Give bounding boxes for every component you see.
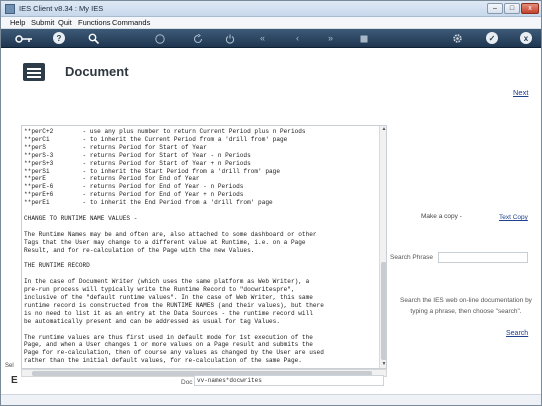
make-copy-label: Make a copy - xyxy=(421,213,462,220)
app-window: IES Client v8.34 : My IES – □ x Help Sub… xyxy=(0,0,542,406)
search-phrase-input[interactable] xyxy=(438,252,528,263)
window-title: IES Client v8.34 : My IES xyxy=(19,4,104,13)
maximize-button[interactable]: □ xyxy=(504,3,520,14)
status-bar xyxy=(1,394,541,405)
check-icon[interactable]: ✓ xyxy=(486,32,498,44)
document-line: **perE - returns Period for End of Year xyxy=(24,175,200,183)
close-window-button[interactable]: x xyxy=(521,3,539,14)
document-line: The runtime values are thus first used i… xyxy=(24,333,313,341)
previous-icon[interactable]: ‹ xyxy=(291,32,304,45)
left-sel-label: Sel xyxy=(5,363,14,369)
minimize-button[interactable]: – xyxy=(487,3,503,14)
menu-bar: Help Submit Quit Functions Commands xyxy=(1,17,541,29)
menu-commands[interactable]: Commands xyxy=(112,18,150,27)
document-line: THE RUNTIME RECORD xyxy=(24,262,90,270)
document-line: Result, and for re-calculation of the Pa… xyxy=(24,246,255,254)
left-strip xyxy=(1,94,21,394)
text-copy-link[interactable]: Text Copy xyxy=(499,214,528,221)
document-content-pane[interactable]: **perC+2 - use any plus number to return… xyxy=(21,125,387,369)
left-e-label: E xyxy=(11,375,18,386)
help-icon[interactable]: ? xyxy=(53,32,65,44)
toolbar: ? « ‹ » ✓ x xyxy=(1,29,541,48)
menu-quit[interactable]: Quit xyxy=(58,18,72,27)
key-icon[interactable] xyxy=(15,32,33,45)
vertical-scrollbar[interactable]: ▲ ▼ xyxy=(379,126,386,368)
vertical-scroll-thumb[interactable] xyxy=(381,262,386,360)
stop-icon[interactable] xyxy=(357,32,370,45)
next-link[interactable]: Next xyxy=(513,88,528,97)
next-icon[interactable]: » xyxy=(324,32,337,45)
document-line: **perE-6 - returns Period for End of Yea… xyxy=(24,183,244,191)
app-icon xyxy=(5,4,15,14)
menu-functions[interactable]: Functions xyxy=(78,18,111,27)
document-line: **perEi - to inherit the End Period from… xyxy=(24,199,273,207)
document-text: **perC+2 - use any plus number to return… xyxy=(24,128,376,365)
page-header: Document xyxy=(1,48,541,94)
power-icon[interactable] xyxy=(223,32,236,45)
document-line: Tags that the User may change to a diffe… xyxy=(24,238,306,246)
title-bar: IES Client v8.34 : My IES – □ x xyxy=(1,1,541,17)
close-icon[interactable]: x xyxy=(520,32,532,44)
document-line: CHANGE TO RUNTIME NAME VALUES - xyxy=(24,214,138,222)
document-line: is no need to list it as an entry at the… xyxy=(24,309,313,317)
document-line: **perSi - to inherit the Start Period fr… xyxy=(24,167,280,175)
info-icon[interactable] xyxy=(153,32,166,45)
document-line: In the case of Document Writer (which us… xyxy=(24,278,310,286)
document-line: pre-run process will typically write the… xyxy=(24,286,295,294)
rewind-icon[interactable]: « xyxy=(256,32,269,45)
document-line: Page, and when a User changes 1 or more … xyxy=(24,341,313,349)
scroll-down-icon[interactable]: ▼ xyxy=(380,361,386,368)
document-line: **perS - returns Period for Start of Yea… xyxy=(24,143,207,151)
search-phrase-label: Search Phrase xyxy=(390,254,433,261)
page-title: Document xyxy=(65,64,129,79)
document-icon xyxy=(23,63,45,81)
search-help-text: Search the IES web on-line documentation… xyxy=(400,297,532,315)
document-line: inclusive of the "default runtime values… xyxy=(24,294,313,302)
refresh-icon[interactable] xyxy=(191,32,204,45)
menu-submit[interactable]: Submit xyxy=(31,18,54,27)
doc-key-field[interactable]: vv-names*docwrites xyxy=(194,375,384,386)
search-icon[interactable] xyxy=(87,32,100,45)
search-link[interactable]: Search xyxy=(506,330,528,337)
document-line: **perE+6 - returns Period for End of Yea… xyxy=(24,191,244,199)
document-line: **perS+3 - returns Period for Start of Y… xyxy=(24,159,251,167)
scroll-up-icon[interactable]: ▲ xyxy=(380,126,386,133)
menu-help[interactable]: Help xyxy=(10,18,25,27)
document-line: Page for re-calculation, then of course … xyxy=(24,349,324,357)
document-line: **perC+2 - use any plus number to return… xyxy=(24,128,306,135)
document-line: be automatically present and can be addr… xyxy=(24,317,280,325)
document-line: rather than the initial default values, … xyxy=(24,357,302,365)
gear-icon[interactable] xyxy=(451,32,464,45)
document-line: The Runtime Names may be and often are, … xyxy=(24,230,317,238)
document-line: runtime record is constructed from the R… xyxy=(24,301,324,309)
document-line: **perS-3 - returns Period for Start of Y… xyxy=(24,151,251,159)
document-line: **perCi - to inherit the Current Period … xyxy=(24,135,288,143)
